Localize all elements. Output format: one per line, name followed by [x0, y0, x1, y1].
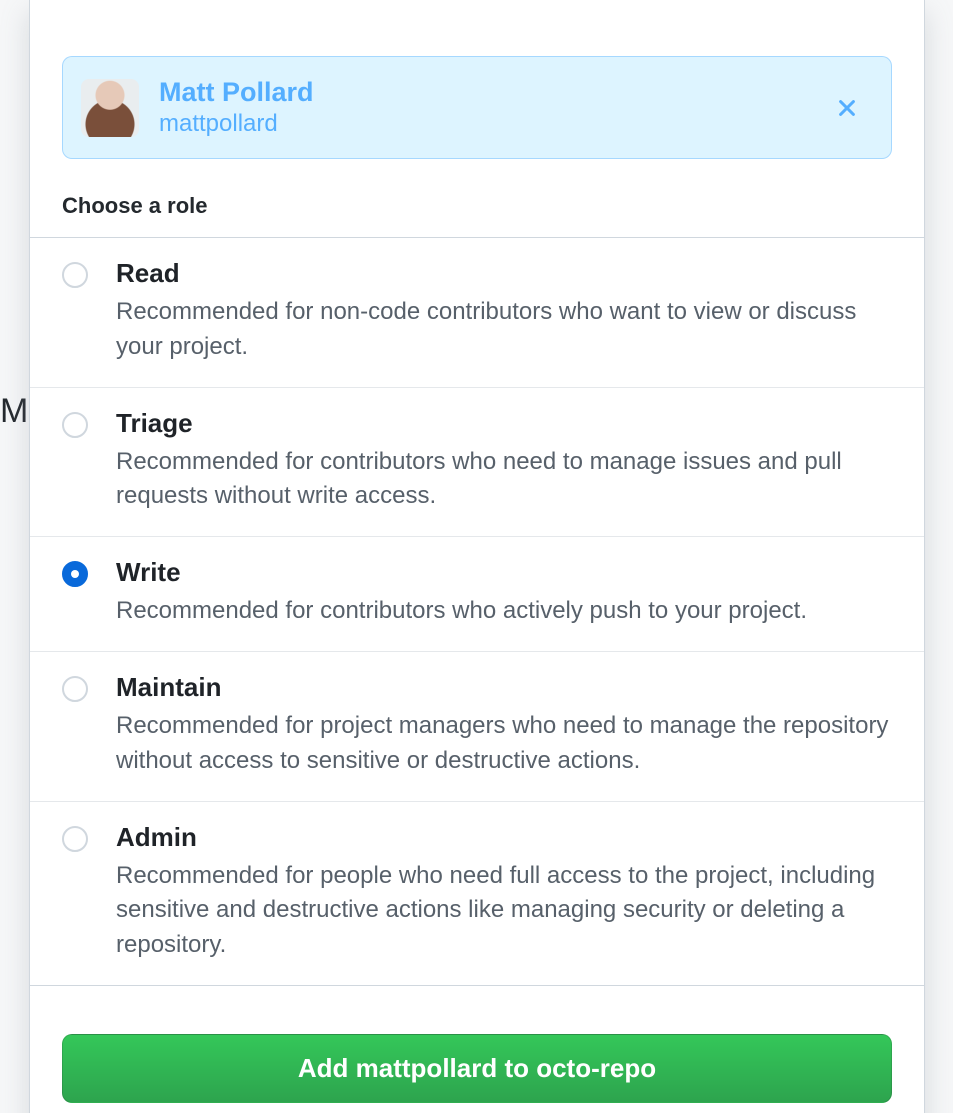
role-title: Read [116, 258, 892, 289]
role-title: Write [116, 557, 807, 588]
radio-write[interactable] [62, 561, 88, 587]
role-description: Recommended for contributors who activel… [116, 594, 807, 629]
close-icon [836, 97, 858, 119]
remove-user-button[interactable] [827, 88, 867, 128]
role-option-admin[interactable]: Admin Recommended for people who need fu… [30, 802, 924, 986]
selected-user-chip: Matt Pollard mattpollard [62, 56, 892, 159]
add-user-button[interactable]: Add mattpollard to octo-repo [62, 1034, 892, 1103]
radio-read[interactable] [62, 262, 88, 288]
role-option-maintain[interactable]: Maintain Recommended for project manager… [30, 652, 924, 802]
role-option-read[interactable]: Read Recommended for non-code contributo… [30, 238, 924, 388]
background-heading-fragment: M [0, 392, 28, 431]
avatar [81, 79, 139, 137]
role-description: Recommended for project managers who nee… [116, 709, 892, 779]
radio-triage[interactable] [62, 412, 88, 438]
user-login: mattpollard [159, 110, 827, 138]
role-description: Recommended for non-code contributors wh… [116, 295, 892, 365]
role-title: Maintain [116, 672, 892, 703]
radio-maintain[interactable] [62, 676, 88, 702]
role-selection-dialog: Matt Pollard mattpollard Choose a role R… [29, 0, 925, 1113]
radio-admin[interactable] [62, 826, 88, 852]
role-option-triage[interactable]: Triage Recommended for contributors who … [30, 388, 924, 538]
user-display-name: Matt Pollard [159, 77, 827, 108]
role-title: Admin [116, 822, 892, 853]
role-title: Triage [116, 408, 892, 439]
section-title: Choose a role [30, 159, 924, 238]
role-option-write[interactable]: Write Recommended for contributors who a… [30, 537, 924, 652]
role-description: Recommended for people who need full acc… [116, 859, 892, 963]
role-list: Read Recommended for non-code contributo… [30, 238, 924, 986]
role-description: Recommended for contributors who need to… [116, 445, 892, 515]
